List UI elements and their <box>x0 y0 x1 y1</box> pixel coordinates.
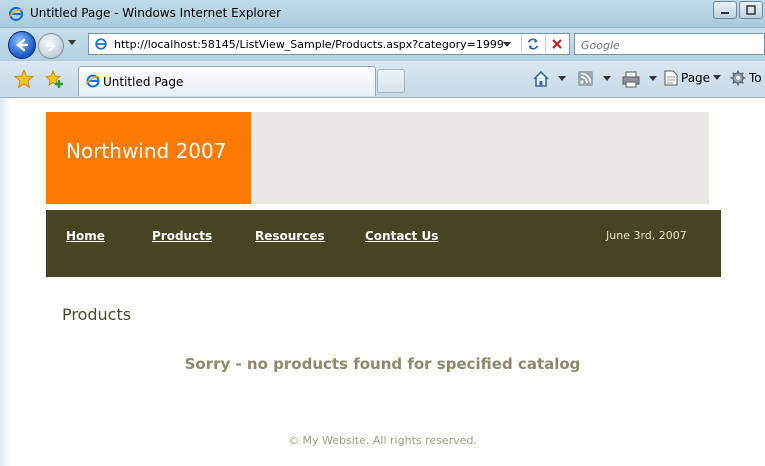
print-icon[interactable] <box>622 70 640 88</box>
nav-link-contact-us[interactable]: Contact Us <box>365 229 438 243</box>
stop-button[interactable] <box>545 34 567 54</box>
print-dropdown-icon[interactable] <box>649 76 657 82</box>
search-box[interactable] <box>574 33 765 56</box>
address-url[interactable]: http://localhost:58145/ListView_Sample/P… <box>114 38 504 51</box>
nav-link-home[interactable]: Home <box>66 229 105 243</box>
site-navigation: Home Products Resources Contact Us June … <box>46 210 721 277</box>
window-titlebar: Untitled Page - Windows Internet Explore… <box>0 0 765 28</box>
page-menu-label: Page <box>681 71 711 85</box>
tools-menu-label: To <box>749 71 762 85</box>
forward-button[interactable] <box>38 33 64 59</box>
site-header-logo-block: Northwind 2007 <box>46 112 251 204</box>
search-input[interactable] <box>575 35 764 56</box>
favorites-star-icon[interactable] <box>14 69 34 89</box>
add-favorites-icon[interactable] <box>44 69 64 89</box>
tools-menu-button[interactable]: To <box>730 70 762 86</box>
window-controls <box>713 1 763 19</box>
window-title: Untitled Page - Windows Internet Explore… <box>30 6 282 20</box>
minimize-icon <box>721 12 729 14</box>
site-header-banner <box>251 112 709 204</box>
page-heading: Products <box>62 305 132 324</box>
site-date: June 3rd, 2007 <box>606 229 687 242</box>
viewport-left-edge <box>0 98 9 466</box>
tab-label: Untitled Page <box>103 75 184 89</box>
page-icon <box>664 70 678 86</box>
empty-results-message: Sorry - no products found for specified … <box>184 355 581 373</box>
maximize-button[interactable] <box>739 1 763 19</box>
refresh-button[interactable] <box>521 34 543 54</box>
page-menu-button[interactable]: Page <box>664 70 722 86</box>
nav-link-resources[interactable]: Resources <box>255 229 325 243</box>
refresh-icon <box>527 38 538 50</box>
stop-icon <box>551 39 562 49</box>
recent-pages-dropdown-icon[interactable] <box>68 40 76 46</box>
minimize-button[interactable] <box>713 1 737 19</box>
tab-ie-icon <box>85 74 101 88</box>
back-arrow-icon <box>16 38 29 52</box>
page-dropdown-icon <box>713 75 722 80</box>
site-title: Northwind 2007 <box>66 139 227 163</box>
navigation-bar: http://localhost:58145/ListView_Sample/P… <box>0 28 765 61</box>
home-icon[interactable] <box>532 70 550 88</box>
feeds-icon[interactable] <box>578 71 593 86</box>
home-dropdown-icon[interactable] <box>558 76 566 82</box>
ie-icon <box>8 6 24 22</box>
maximize-icon <box>746 5 756 15</box>
site-footer: © My Website. All rights reserved. <box>288 434 477 447</box>
page-ie-icon <box>95 38 107 50</box>
tools-gear-icon <box>730 70 746 86</box>
feeds-dropdown-icon[interactable] <box>603 76 611 82</box>
tab-bar: Untitled Page Page To <box>0 61 765 98</box>
address-bar[interactable]: http://localhost:58145/ListView_Sample/P… <box>88 33 570 55</box>
forward-arrow-icon <box>45 40 57 52</box>
tab-untitled-page[interactable]: Untitled Page <box>78 66 376 96</box>
address-dropdown-icon[interactable] <box>503 42 511 48</box>
nav-link-products[interactable]: Products <box>152 229 212 243</box>
back-button[interactable] <box>8 31 36 59</box>
new-tab-button[interactable] <box>377 69 405 93</box>
